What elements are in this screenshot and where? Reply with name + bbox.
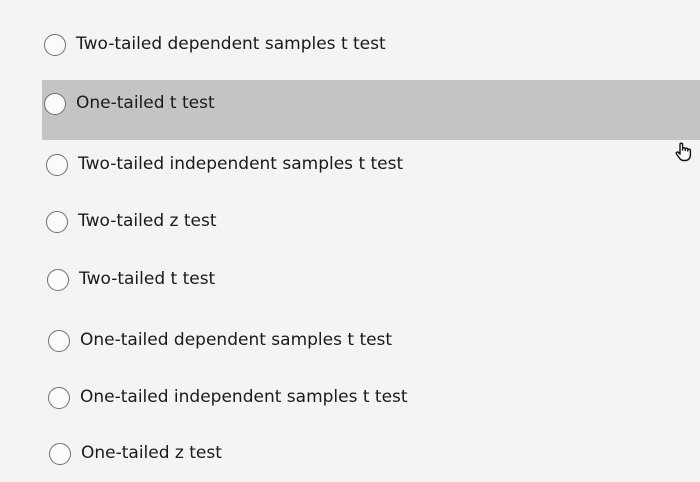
option-label: Two-tailed independent samples t test	[78, 154, 404, 174]
radio-button[interactable]	[44, 93, 66, 115]
option-one-tailed-z-test[interactable]: One-tailed z test	[0, 424, 700, 482]
radio-button[interactable]	[44, 34, 66, 56]
radio-button[interactable]	[46, 154, 68, 176]
option-one-tailed-dependent-samples-t-test[interactable]: One-tailed dependent samples t test	[0, 310, 700, 368]
radio-button[interactable]	[48, 330, 70, 352]
option-label: Two-tailed t test	[79, 269, 216, 289]
option-label: Two-tailed z test	[78, 211, 217, 231]
radio-button[interactable]	[46, 211, 68, 233]
option-two-tailed-t-test[interactable]: Two-tailed t test	[0, 250, 700, 308]
option-one-tailed-independent-samples-t-test[interactable]: One-tailed independent samples t test	[0, 368, 700, 426]
radio-button[interactable]	[48, 387, 70, 409]
option-label: One-tailed t test	[76, 93, 215, 113]
answer-options: Two-tailed dependent samples t test One-…	[0, 0, 700, 474]
radio-button[interactable]	[47, 269, 69, 291]
option-two-tailed-dependent-samples-t-test[interactable]: Two-tailed dependent samples t test	[0, 16, 700, 74]
hand-pointer-icon	[675, 142, 692, 162]
option-two-tailed-independent-samples-t-test[interactable]: Two-tailed independent samples t test	[0, 136, 700, 194]
option-label: One-tailed independent samples t test	[80, 387, 408, 407]
option-two-tailed-z-test[interactable]: Two-tailed z test	[0, 193, 700, 251]
radio-button[interactable]	[49, 443, 71, 465]
option-label: One-tailed dependent samples t test	[80, 330, 393, 350]
option-label: Two-tailed dependent samples t test	[76, 34, 386, 54]
option-label: One-tailed z test	[81, 443, 222, 463]
option-one-tailed-t-test[interactable]: One-tailed t test	[42, 80, 700, 140]
